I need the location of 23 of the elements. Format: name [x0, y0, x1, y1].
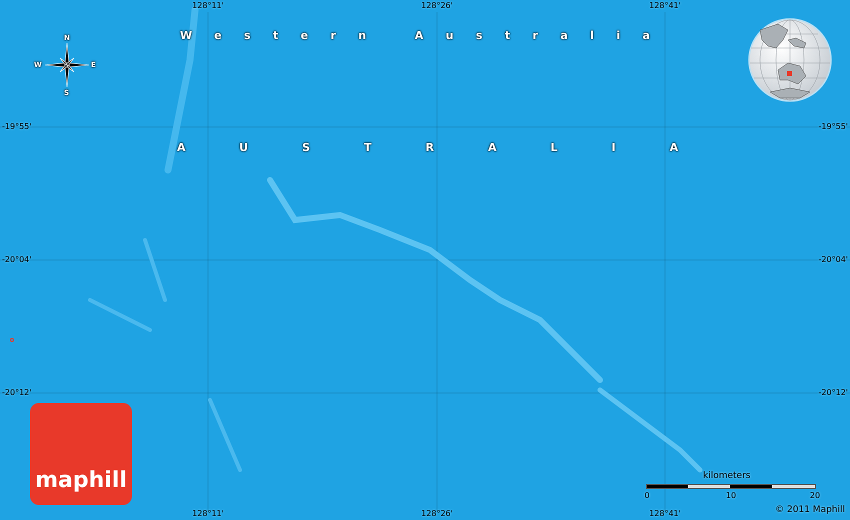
longitude-label: 128°26'	[421, 1, 453, 11]
scale-tick-label: 10	[726, 491, 736, 500]
latitude-label: -20°04'	[2, 255, 32, 265]
scale-tick-label: 0	[644, 491, 650, 500]
state-label: Western Australia	[180, 29, 672, 42]
longitude-label: 128°11'	[192, 509, 224, 519]
scale-unit-label: kilometers	[703, 472, 750, 481]
longitude-label: 128°41'	[649, 509, 681, 519]
latitude-label: -20°04'	[818, 255, 848, 265]
longitude-label: 128°26'	[421, 509, 453, 519]
scale-tick-label: 20	[810, 491, 820, 500]
longitude-label: 128°41'	[649, 1, 681, 11]
copyright-text: © 2011 Maphill	[775, 505, 845, 516]
longitude-label: 128°11'	[192, 1, 224, 11]
scale-bar-icon	[646, 484, 816, 489]
country-label: AUSTRALIA	[177, 141, 732, 154]
compass-rose-icon	[44, 42, 90, 88]
latitude-label: -20°12'	[2, 388, 32, 398]
logo: maphill	[30, 403, 132, 505]
point-marker-icon	[10, 338, 14, 342]
latitude-label: -19°55'	[2, 122, 32, 132]
latitude-label: -20°12'	[818, 388, 848, 398]
latitude-label: -19°55'	[818, 122, 848, 132]
